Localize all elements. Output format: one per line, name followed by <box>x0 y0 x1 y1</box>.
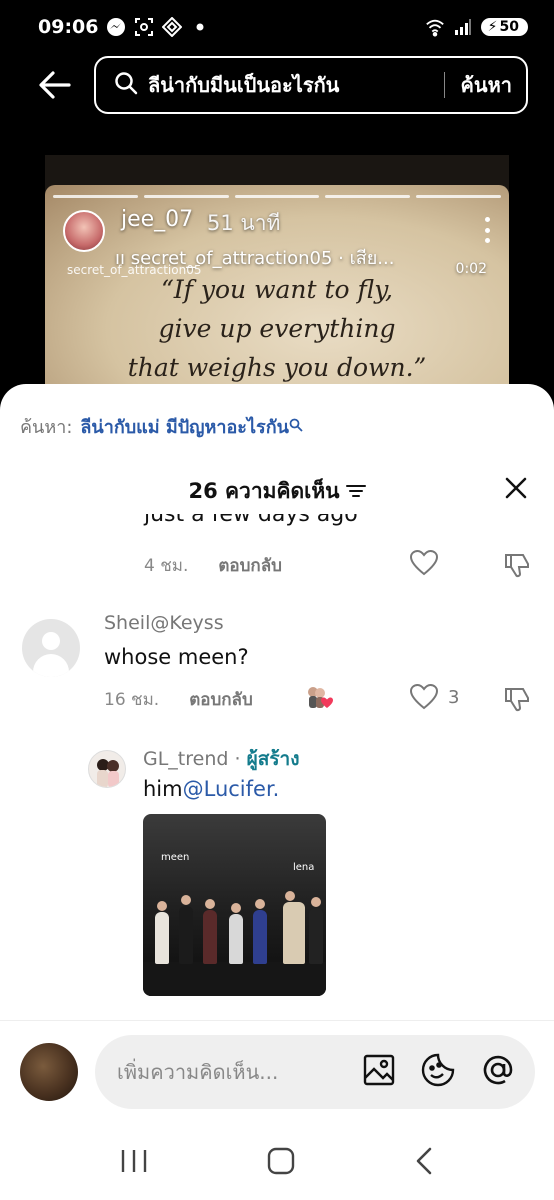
battery-indicator: ⚡ 50 <box>480 18 528 36</box>
story-time: 51 นาที <box>207 211 281 235</box>
dislike-icon[interactable] <box>503 684 531 716</box>
app-icon <box>162 17 183 37</box>
photo-person <box>229 903 243 964</box>
sort-filter-icon[interactable] <box>345 483 366 499</box>
screenshot-icon <box>134 17 154 37</box>
comment-input-bar: เพิ่มความคิดเห็น... <box>0 1020 554 1120</box>
search-field[interactable]: ลีน่ากับมีนเป็นอะไรกัน ค้นหา <box>94 56 528 114</box>
photo-person <box>203 899 217 964</box>
home-icon[interactable] <box>267 1147 295 1179</box>
progress-segment <box>325 195 411 198</box>
back-arrow-icon[interactable] <box>34 64 76 106</box>
progress-segment <box>416 195 501 198</box>
back-icon[interactable] <box>414 1147 434 1179</box>
comment-photo[interactable]: meen lena <box>143 814 326 996</box>
story-progress <box>53 195 501 198</box>
creator-liked-icon <box>305 684 333 708</box>
my-avatar[interactable] <box>20 1043 78 1101</box>
system-nav-bar <box>0 1126 554 1200</box>
top-search-bar: ลีน่ากับมีนเป็นอะไรกัน ค้นหา <box>0 54 554 116</box>
status-left: 09:06 <box>38 16 210 38</box>
search-divider <box>443 72 445 98</box>
photo-person <box>309 897 323 964</box>
comment-text: whose meen? <box>104 645 249 669</box>
comment-input-placeholder[interactable]: เพิ่มความคิดเห็น... <box>117 1056 363 1088</box>
like-heart-icon[interactable]: 3 <box>410 684 459 710</box>
story-username[interactable]: jee_07 <box>121 207 193 232</box>
reply-button[interactable]: ตอบกลับ <box>218 552 282 579</box>
comments-sheet: ค้นหา: ลีน่ากับแม่ มีปัญหาอะไรกัน 26 ควา… <box>0 384 554 1200</box>
battery-level: 50 <box>499 19 519 35</box>
close-icon[interactable] <box>502 474 530 502</box>
comment-text-prefix: him <box>143 777 183 801</box>
video-quote: “If you want to fly, give up everything … <box>45 270 509 387</box>
bolt-icon: ⚡ <box>487 19 498 35</box>
quote-line: that weighs you down.” <box>127 353 427 382</box>
wifi-icon <box>425 17 445 37</box>
messenger-icon <box>106 17 126 37</box>
video-player[interactable]: jee_07 51 นาที ıı secret_of_attraction05… <box>45 155 509 415</box>
username-text[interactable]: GL_trend <box>143 748 228 770</box>
image-icon[interactable] <box>363 1054 395 1090</box>
progress-segment <box>143 195 229 198</box>
avatar[interactable] <box>22 619 80 677</box>
search-label: ค้นหา: <box>20 417 73 438</box>
comment-time: 4 ชม. <box>144 556 189 576</box>
input-icons <box>363 1053 515 1091</box>
photo-label-meen: meen <box>161 852 190 863</box>
reply-button[interactable]: ตอบกลับ <box>189 686 253 713</box>
search-query[interactable]: ลีน่ากับมีนเป็นอะไรกัน <box>148 69 434 101</box>
clock: 09:06 <box>38 16 99 38</box>
comment-actions: 4 ชม. ตอบกลับ <box>144 552 282 579</box>
progress-segment <box>234 195 320 198</box>
search-suggestion-query[interactable]: ลีน่ากับแม่ มีปัญหาอะไรกัน <box>80 412 289 441</box>
comment-actions: 16 ชม. ตอบกลับ <box>104 686 253 713</box>
mention-link[interactable]: @Lucifer. <box>183 777 280 801</box>
search-icon <box>114 71 138 99</box>
comment-username[interactable]: Sheil@Keyss <box>104 612 224 634</box>
comment-count-title: 26 ความคิดเห็น <box>188 478 340 503</box>
comment-username[interactable]: GL_trend · ผู้สร้าง <box>143 744 299 774</box>
quote-line: give up everything <box>158 314 396 343</box>
search-small-icon <box>289 416 303 437</box>
creator-badge: ผู้สร้าง <box>246 748 300 770</box>
dislike-icon[interactable] <box>503 550 531 582</box>
comment-text: him@Lucifer. <box>143 777 279 801</box>
photo-label-lena: lena <box>293 862 315 873</box>
more-options-icon[interactable] <box>483 217 491 243</box>
signal-icon <box>453 17 473 37</box>
dot-icon <box>190 17 210 37</box>
like-heart-icon[interactable] <box>410 550 438 576</box>
sheet-search-suggestion[interactable]: ค้นหา: ลีน่ากับแม่ มีปัญหาอะไรกัน <box>20 412 303 441</box>
story-avatar[interactable] <box>63 210 105 252</box>
mention-icon[interactable] <box>481 1053 515 1091</box>
sheet-header: 26 ความคิดเห็น <box>0 474 554 508</box>
recent-apps-icon[interactable] <box>120 1148 148 1178</box>
sticker-icon[interactable] <box>421 1053 455 1091</box>
status-right: ⚡ 50 <box>425 17 528 37</box>
quote-line: “If you want to fly, <box>161 275 393 304</box>
comment-text: just a few days ago <box>144 514 358 527</box>
photo-person <box>253 899 267 964</box>
search-button[interactable]: ค้นหา <box>461 69 512 101</box>
photo-stage <box>143 962 326 996</box>
status-bar: 09:06 ⚡ 50 <box>0 0 554 54</box>
photo-person <box>179 895 193 964</box>
comment-input[interactable]: เพิ่มความคิดเห็น... <box>95 1035 535 1109</box>
photo-person <box>155 901 169 964</box>
avatar[interactable] <box>88 750 126 788</box>
photo-person <box>283 891 305 964</box>
like-count: 3 <box>448 686 460 708</box>
progress-segment <box>53 195 138 198</box>
comment-time: 16 ชม. <box>104 690 160 710</box>
